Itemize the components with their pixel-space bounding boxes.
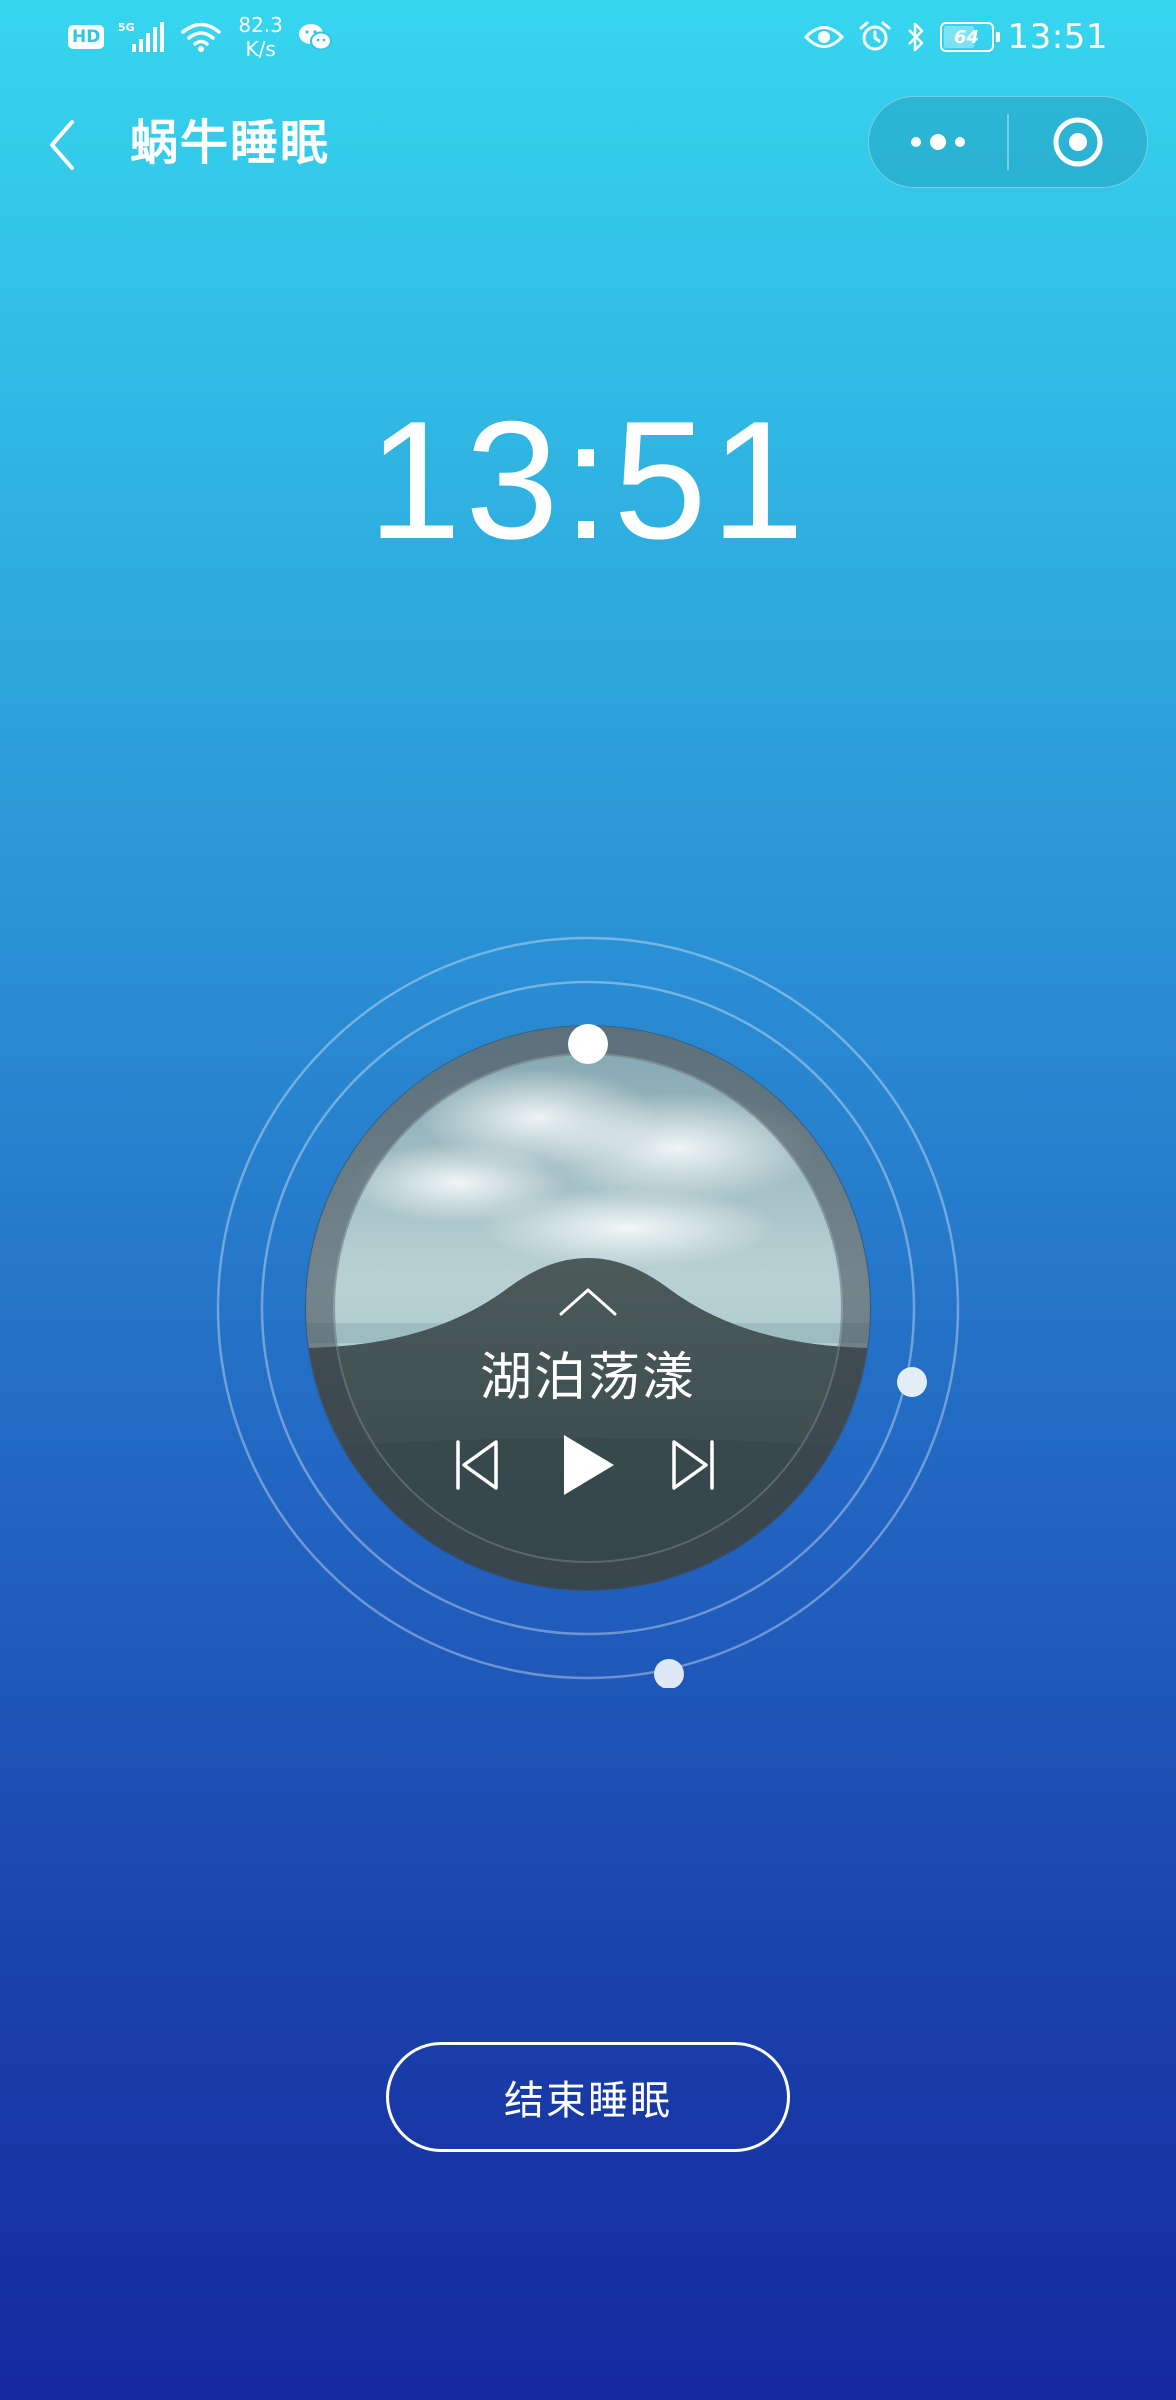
battery-percent: 64 [953, 26, 980, 48]
next-track-button[interactable] [666, 1436, 718, 1494]
more-dots-icon [911, 134, 966, 150]
network-speed-value: 82.3 [238, 13, 283, 37]
status-bar-time: 13:51 [1007, 17, 1108, 57]
network-speed: 82.3 K/s [238, 13, 283, 61]
play-icon [564, 1435, 614, 1495]
skip-previous-icon [456, 1440, 498, 1490]
more-button[interactable] [869, 97, 1007, 187]
svg-text:5G: 5G [118, 21, 135, 34]
end-sleep-button[interactable]: 结束睡眠 [386, 2042, 790, 2152]
signal-5g-icon: 5G [118, 20, 166, 54]
back-button[interactable] [40, 110, 90, 180]
sleep-clock: 13:51 [367, 386, 809, 574]
network-speed-unit: K/s [245, 37, 276, 61]
sleep-screen: HD 5G 82.3 K/s 64 13:51 蜗牛睡眠 13:51 湖泊荡漾 … [0, 0, 1176, 2400]
target-circle-icon [1053, 117, 1103, 167]
close-miniprogram-button[interactable] [1009, 97, 1147, 187]
timer-knob[interactable] [568, 1024, 608, 1064]
page-title: 蜗牛睡眠 [130, 115, 331, 171]
eye-icon [803, 24, 844, 50]
miniprogram-capsule [868, 96, 1148, 188]
alarm-icon [858, 20, 892, 54]
status-bar: HD 5G 82.3 K/s 64 13:51 [0, 0, 1176, 72]
previous-track-button[interactable] [452, 1436, 504, 1494]
wechat-icon [297, 22, 333, 52]
orbit-dot-bottom [654, 1659, 684, 1688]
track-title: 湖泊荡漾 [479, 1348, 696, 1408]
battery-icon: 64 [939, 22, 1000, 52]
play-button[interactable] [554, 1430, 622, 1500]
hd-badge: HD [68, 25, 105, 49]
bluetooth-icon [906, 21, 926, 53]
chevron-up-icon [559, 1288, 617, 1316]
wifi-icon [180, 20, 222, 54]
status-bar-right: 64 13:51 [803, 12, 1108, 62]
chevron-left-icon [50, 120, 74, 170]
expand-button[interactable] [553, 1280, 623, 1324]
status-bar-left: HD 5G 82.3 K/s [68, 12, 333, 62]
skip-next-icon [672, 1440, 714, 1490]
